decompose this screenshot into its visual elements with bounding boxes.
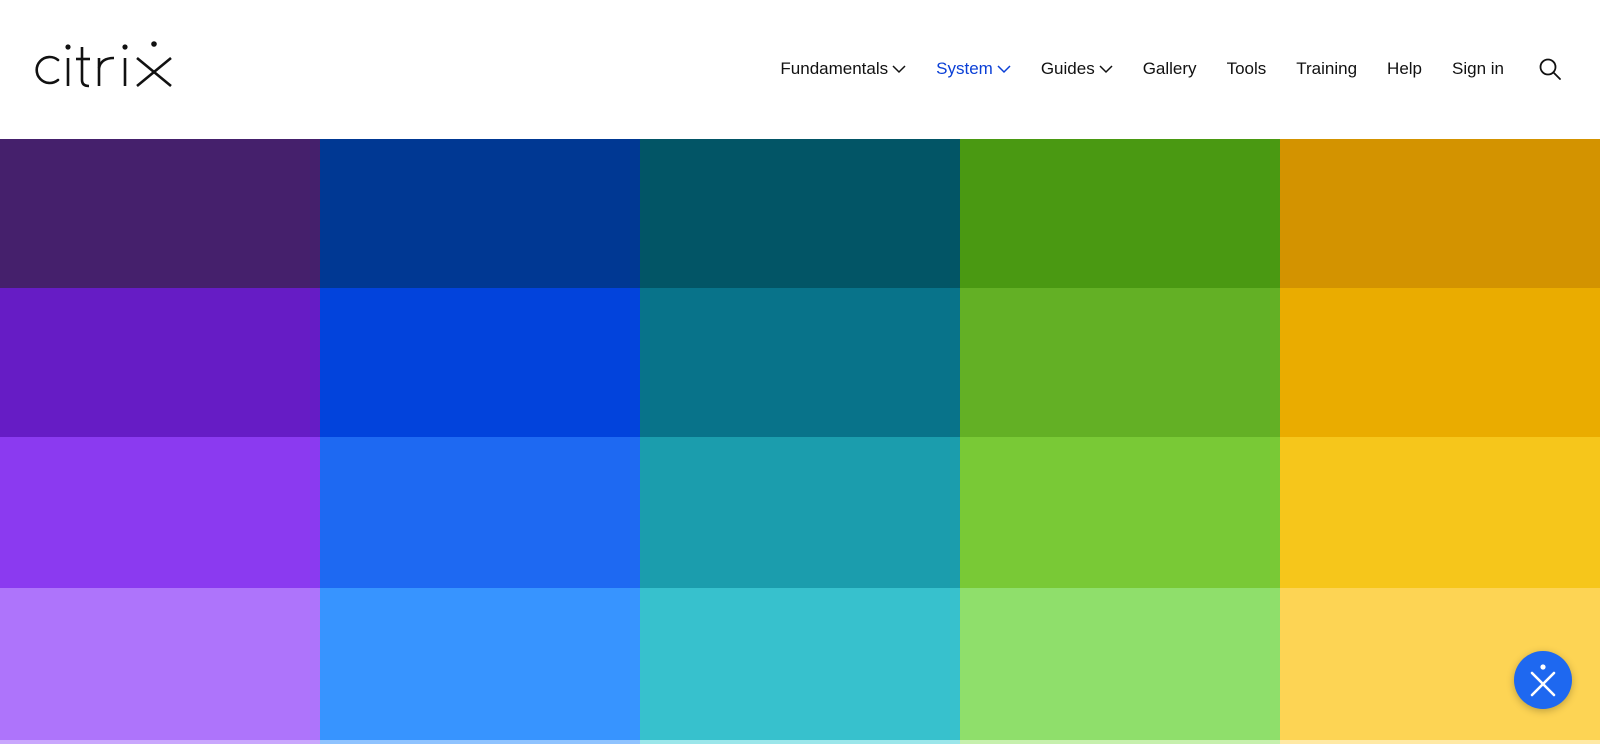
swatch-blue-3[interactable] bbox=[320, 437, 640, 588]
nav-item-help[interactable]: Help bbox=[1387, 52, 1422, 86]
nav-item-training[interactable]: Training bbox=[1296, 52, 1357, 86]
swatch-teal-3[interactable] bbox=[640, 437, 960, 588]
nav-item-gallery[interactable]: Gallery bbox=[1143, 52, 1197, 86]
swatch-green-4[interactable] bbox=[960, 588, 1280, 740]
swatch-yellow-5[interactable] bbox=[1280, 740, 1600, 744]
swatch-teal-4[interactable] bbox=[640, 588, 960, 740]
chevron-down-icon bbox=[997, 64, 1011, 74]
nav-item-label: Guides bbox=[1040, 59, 1095, 78]
nav-item-label: Help bbox=[1387, 59, 1423, 78]
nav-item-tools[interactable]: Tools bbox=[1227, 52, 1267, 86]
swatch-blue-4[interactable] bbox=[320, 588, 640, 740]
swatch-teal-1[interactable] bbox=[640, 139, 960, 288]
nav-item-label: Fundamentals bbox=[780, 59, 889, 78]
swatch-yellow-2[interactable] bbox=[1280, 288, 1600, 437]
swatch-green-3[interactable] bbox=[960, 437, 1280, 588]
swatch-purple-5[interactable] bbox=[0, 740, 320, 744]
nav-item-label: Sign in bbox=[1452, 59, 1504, 78]
swatch-purple-3[interactable] bbox=[0, 437, 320, 588]
swatch-blue-5[interactable] bbox=[320, 740, 640, 744]
nav-item-label: Gallery bbox=[1142, 59, 1197, 78]
swatch-purple-2[interactable] bbox=[0, 288, 320, 437]
swatch-blue-1[interactable] bbox=[320, 139, 640, 288]
nav-item-label: Training bbox=[1296, 59, 1358, 78]
citrix-x-icon bbox=[1530, 664, 1556, 697]
swatch-teal-5[interactable] bbox=[640, 740, 960, 744]
nav-item-sign-in[interactable]: Sign in bbox=[1452, 52, 1504, 86]
chevron-down-icon bbox=[892, 64, 906, 74]
citrix-logo[interactable] bbox=[34, 38, 176, 92]
swatch-green-2[interactable] bbox=[960, 288, 1280, 437]
swatch-purple-4[interactable] bbox=[0, 588, 320, 740]
nav-item-system[interactable]: System bbox=[936, 52, 1011, 86]
swatch-blue-2[interactable] bbox=[320, 288, 640, 437]
main-nav: Fundamentals System Guides Gallery Tools… bbox=[780, 52, 1562, 86]
assistant-button[interactable] bbox=[1514, 651, 1572, 709]
nav-item-label: System bbox=[936, 59, 993, 78]
search-icon[interactable] bbox=[1538, 57, 1562, 81]
swatch-yellow-3[interactable] bbox=[1280, 437, 1600, 588]
site-header: Fundamentals System Guides Gallery Tools… bbox=[0, 0, 1600, 139]
swatch-teal-2[interactable] bbox=[640, 288, 960, 437]
swatch-green-5[interactable] bbox=[960, 740, 1280, 744]
swatch-yellow-1[interactable] bbox=[1280, 139, 1600, 288]
chevron-down-icon bbox=[1099, 64, 1113, 74]
nav-item-fundamentals[interactable]: Fundamentals bbox=[780, 52, 906, 86]
swatch-green-1[interactable] bbox=[960, 139, 1280, 288]
swatch-purple-1[interactable] bbox=[0, 139, 320, 288]
nav-item-guides[interactable]: Guides bbox=[1041, 52, 1113, 86]
color-palette-grid bbox=[0, 139, 1600, 744]
nav-item-label: Tools bbox=[1226, 59, 1267, 78]
